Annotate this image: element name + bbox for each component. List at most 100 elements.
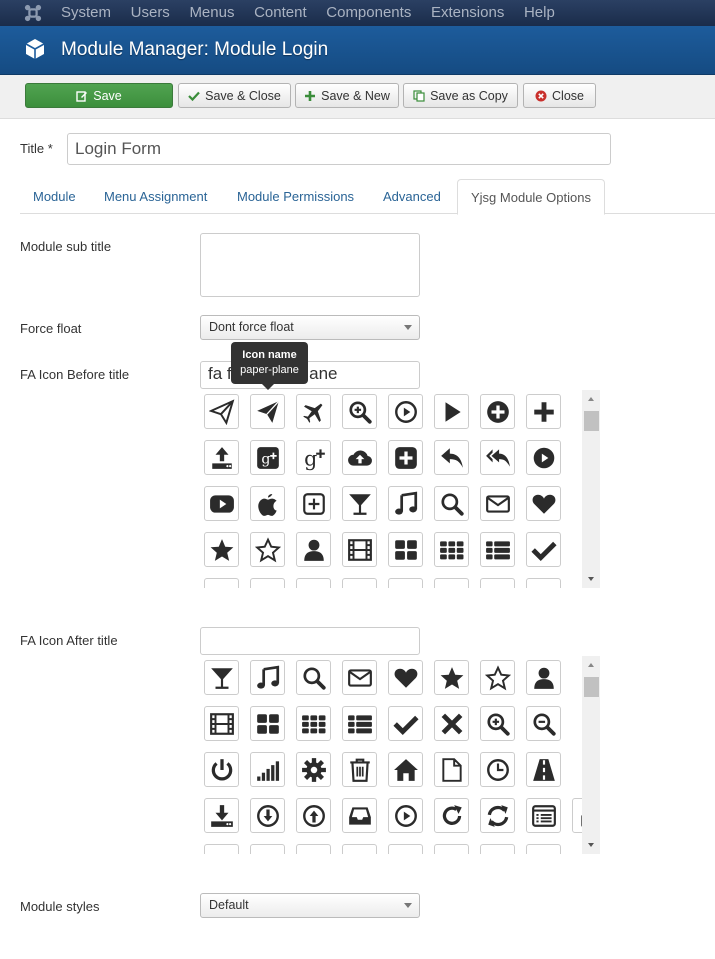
icon-option-film[interactable] xyxy=(342,532,377,567)
icon-option-play-circle-o[interactable] xyxy=(388,394,423,429)
icon-option-reply[interactable] xyxy=(434,440,469,475)
icon-option-repeat[interactable] xyxy=(434,798,469,833)
icon-option-plus-square[interactable] xyxy=(388,440,423,475)
menu-item-components[interactable]: Components xyxy=(326,4,411,21)
icon-option-search-plus[interactable] xyxy=(480,706,515,741)
icon-option[interactable] xyxy=(480,844,515,854)
save-button[interactable]: Save xyxy=(25,83,173,108)
tab-yjsg-module-options[interactable]: Yjsg Module Options xyxy=(457,179,605,215)
tab-module-permissions[interactable]: Module Permissions xyxy=(224,179,367,214)
icon-option-star-o[interactable] xyxy=(250,532,285,567)
tab-module[interactable]: Module xyxy=(20,179,89,214)
icon-option-refresh[interactable] xyxy=(480,798,515,833)
force-float-select[interactable]: Dont force float xyxy=(200,315,420,340)
icon-option-trash-o[interactable] xyxy=(342,752,377,787)
menu-item-content[interactable]: Content xyxy=(254,4,307,21)
icon-picker-after[interactable] xyxy=(200,656,600,854)
icon-option-user[interactable] xyxy=(526,660,561,695)
icon-option-clock-o[interactable] xyxy=(480,752,515,787)
menu-item-users[interactable]: Users xyxy=(131,4,170,21)
icon-option-search[interactable] xyxy=(296,660,331,695)
icon-option-play-circle[interactable] xyxy=(526,440,561,475)
icon-option-glass[interactable] xyxy=(342,486,377,521)
icon-option-youtube-play[interactable] xyxy=(204,486,239,521)
close-button[interactable]: Close xyxy=(523,83,596,108)
icon-option[interactable] xyxy=(434,844,469,854)
icon-option-upload[interactable] xyxy=(204,440,239,475)
menu-item-system[interactable]: System xyxy=(61,4,111,21)
menu-item-menus[interactable]: Menus xyxy=(189,4,234,21)
icon-option[interactable] xyxy=(342,844,377,854)
icon-option-th[interactable] xyxy=(296,706,331,741)
icon-option-road[interactable] xyxy=(526,752,561,787)
icon-option-star-o[interactable] xyxy=(480,660,515,695)
icon-option-heart[interactable] xyxy=(526,486,561,521)
icon-option-plus[interactable] xyxy=(526,394,561,429)
icon-option-glass[interactable] xyxy=(204,660,239,695)
title-input[interactable] xyxy=(67,133,611,165)
icon-option[interactable] xyxy=(204,578,239,588)
icon-option-user[interactable] xyxy=(296,532,331,567)
icon-option-music[interactable] xyxy=(250,660,285,695)
save-new-button[interactable]: Save & New xyxy=(295,83,399,108)
icon-option[interactable] xyxy=(250,578,285,588)
icon-option-star[interactable] xyxy=(204,532,239,567)
scrollbar[interactable] xyxy=(582,390,600,588)
icon-option-reply-all[interactable] xyxy=(480,440,515,475)
icon-option[interactable] xyxy=(526,844,561,854)
joomla-logo-icon[interactable] xyxy=(24,4,42,22)
icon-option[interactable] xyxy=(296,844,331,854)
icon-option-arrow-circle-o-down[interactable] xyxy=(250,798,285,833)
icon-option[interactable] xyxy=(388,578,423,588)
icon-option-star[interactable] xyxy=(434,660,469,695)
module-styles-select[interactable]: Default xyxy=(200,893,420,918)
menu-item-help[interactable]: Help xyxy=(524,4,555,21)
icon-option-google-plus[interactable]: g xyxy=(296,440,331,475)
icon-option-check[interactable] xyxy=(526,532,561,567)
icon-option[interactable] xyxy=(342,578,377,588)
icon-option-plane[interactable] xyxy=(296,394,331,429)
icon-option-film[interactable] xyxy=(204,706,239,741)
icon-option-th-list[interactable] xyxy=(342,706,377,741)
icon-option-cog[interactable] xyxy=(296,752,331,787)
icon-option-play[interactable] xyxy=(434,394,469,429)
icon-option[interactable] xyxy=(526,578,561,588)
icon-option-arrow-circle-o-up[interactable] xyxy=(296,798,331,833)
scrollbar[interactable] xyxy=(582,656,600,854)
icon-option-heart[interactable] xyxy=(388,660,423,695)
save-close-button[interactable]: Save & Close xyxy=(178,83,291,108)
icon-option-home[interactable] xyxy=(388,752,423,787)
icon-option-check[interactable] xyxy=(388,706,423,741)
icon-option-play-circle-o[interactable] xyxy=(388,798,423,833)
icon-option-th-large[interactable] xyxy=(250,706,285,741)
menu-item-extensions[interactable]: Extensions xyxy=(431,4,504,21)
icon-option-signal[interactable] xyxy=(250,752,285,787)
icon-option-th-large[interactable] xyxy=(388,532,423,567)
icon-option[interactable] xyxy=(388,844,423,854)
icon-option-apple[interactable] xyxy=(250,486,285,521)
icon-option-paper-plane-o[interactable] xyxy=(204,394,239,429)
icon-option-plus-circle[interactable] xyxy=(480,394,515,429)
tab-advanced[interactable]: Advanced xyxy=(370,179,454,214)
icon-option-plus-square-o[interactable] xyxy=(296,486,331,521)
icon-option-th[interactable] xyxy=(434,532,469,567)
icon-option-list-alt[interactable] xyxy=(526,798,561,833)
icon-option-search-plus[interactable] xyxy=(342,394,377,429)
icon-option[interactable] xyxy=(204,844,239,854)
icon-option-times[interactable] xyxy=(434,706,469,741)
icon-picker-before[interactable]: gg xyxy=(200,390,600,588)
icon-option[interactable] xyxy=(434,578,469,588)
icon-option-music[interactable] xyxy=(388,486,423,521)
icon-option-envelope-o[interactable] xyxy=(342,660,377,695)
icon-after-input[interactable] xyxy=(200,627,420,655)
icon-option-download[interactable] xyxy=(204,798,239,833)
icon-option-paper-plane[interactable] xyxy=(250,394,285,429)
tab-menu-assignment[interactable]: Menu Assignment xyxy=(91,179,220,214)
icon-option-search[interactable] xyxy=(434,486,469,521)
icon-option-inbox[interactable] xyxy=(342,798,377,833)
icon-option-file-o[interactable] xyxy=(434,752,469,787)
icon-option[interactable] xyxy=(296,578,331,588)
subtitle-textarea[interactable] xyxy=(200,233,420,297)
icon-option-th-list[interactable] xyxy=(480,532,515,567)
icon-option-envelope-o[interactable] xyxy=(480,486,515,521)
